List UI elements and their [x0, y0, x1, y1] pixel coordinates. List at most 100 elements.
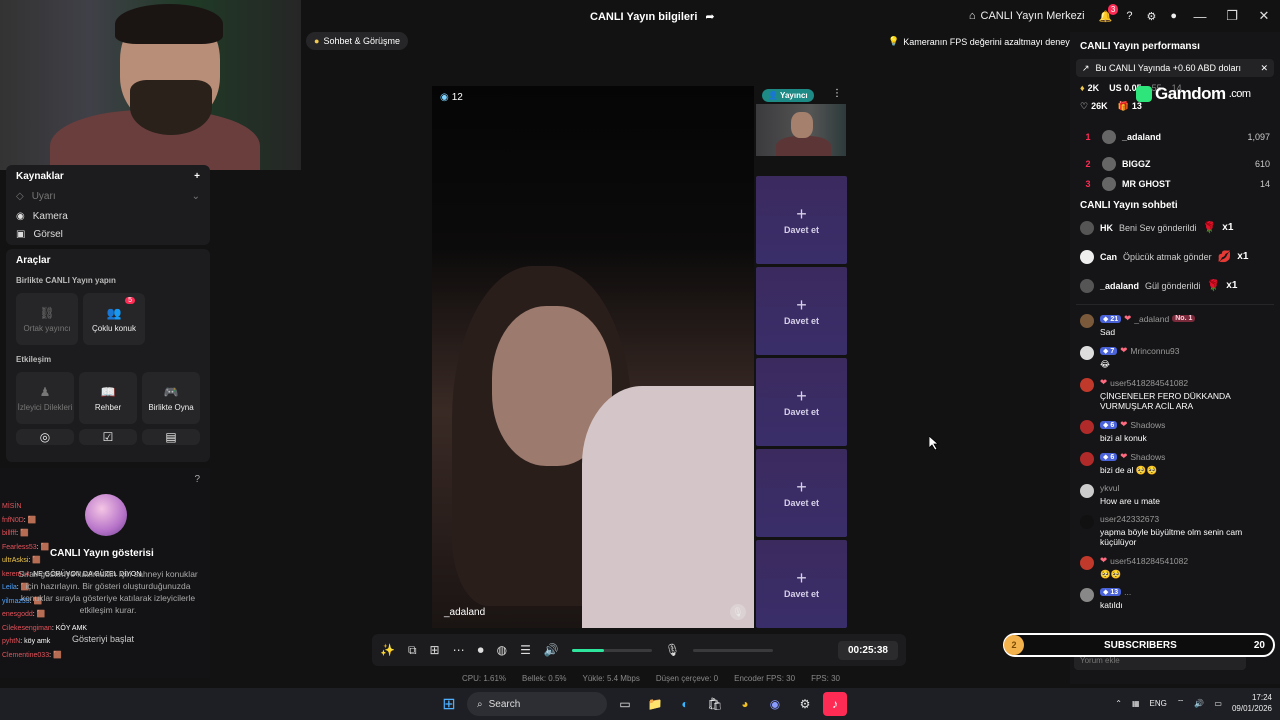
- chat-message[interactable]: user242332673 yapma böyle büyültme olm se…: [1080, 510, 1270, 551]
- language-indicator[interactable]: ENG: [1150, 699, 1167, 708]
- task-view-icon[interactable]: ▭: [613, 692, 637, 716]
- volume-icon[interactable]: 🔊: [1194, 699, 1204, 708]
- speaker-icon[interactable]: 🔊: [544, 643, 559, 657]
- alert-icon: ◇: [16, 191, 24, 202]
- source-item-alert[interactable]: ◇ Uyarı ⌄: [16, 191, 200, 202]
- chat-username[interactable]: Mrinconnu93: [1130, 346, 1179, 356]
- chat-username[interactable]: Shadows: [1130, 420, 1165, 430]
- overlay-chat-user: billfff: [2, 530, 17, 537]
- tray-app-icon[interactable]: ▦: [1132, 699, 1140, 708]
- help-button[interactable]: ?: [1119, 0, 1139, 32]
- chrome-icon[interactable]: ◕: [733, 692, 757, 716]
- guide-tile[interactable]: 📖 Rehber: [79, 372, 137, 424]
- chat-messages: ◆ 21 ❤ _adaland No. 1 Sad ◆ 7 ❤ Mrinconnu93 😂 ❤ us…: [1070, 309, 1280, 609]
- invite-slot[interactable]: + Davet et: [756, 267, 847, 355]
- store-icon[interactable]: 🛍: [703, 692, 727, 716]
- chevron-up-icon[interactable]: ⌃: [1115, 699, 1122, 708]
- tiktok-live-icon[interactable]: ♪: [823, 692, 847, 716]
- share-icon[interactable]: ➦: [705, 10, 714, 23]
- start-show-button[interactable]: Gösteriyi başlat: [72, 634, 134, 644]
- close-button[interactable]: ✕: [1248, 0, 1280, 32]
- chat-username[interactable]: ...: [1124, 587, 1131, 597]
- chat-call-pill[interactable]: ● Sohbet & Görüşme: [306, 32, 408, 50]
- host-thumbnail[interactable]: [756, 104, 846, 156]
- chat-message[interactable]: ◆ 6 ❤ Shadows bizi de al 🥺🥺: [1080, 447, 1270, 479]
- add-screen-icon[interactable]: ⊞: [430, 643, 440, 657]
- invite-slot[interactable]: + Davet et: [756, 449, 847, 537]
- settings-app-icon[interactable]: ⚙: [793, 692, 817, 716]
- system-tray: ⌃ ▦ ENG ⌔ 🔊 ▭ 17:24 09/01/2026: [1115, 692, 1272, 714]
- diamond-icon: ♦: [1080, 83, 1085, 93]
- chat-message[interactable]: ◆ 13... katıldı: [1080, 583, 1270, 609]
- battery-icon[interactable]: ▭: [1214, 699, 1222, 708]
- notifications-button[interactable]: 🔔 3: [1092, 0, 1120, 32]
- add-source-icon[interactable]: +: [194, 171, 200, 182]
- mic-slider[interactable]: [693, 648, 774, 652]
- chat-message[interactable]: ◆ 6 ❤ Shadows bizi al konuk: [1080, 415, 1270, 447]
- discord-icon[interactable]: ◉: [763, 692, 787, 716]
- magic-wand-icon[interactable]: ✨: [380, 643, 395, 657]
- layout-icon[interactable]: ⧉: [408, 643, 417, 658]
- multi-guest-tile[interactable]: 5 👥 Çoklu konuk: [83, 293, 145, 345]
- overlay-chat-user: ultrAsksi: [2, 557, 29, 564]
- invite-slot[interactable]: + Davet et: [756, 540, 847, 628]
- chat-username[interactable]: user5418284541082: [1110, 378, 1188, 388]
- microphone-icon[interactable]: 🎙: [665, 643, 680, 657]
- wish-icon: ♟: [39, 384, 51, 399]
- cohost-label: Ortak yayıncı: [23, 323, 71, 333]
- chat-username[interactable]: user242332673: [1100, 514, 1159, 524]
- settings-button[interactable]: ⚙: [1139, 0, 1163, 32]
- live-center-button[interactable]: ⌂ CANLI Yayın Merkezi: [962, 0, 1092, 32]
- file-explorer-icon[interactable]: 📁: [643, 692, 667, 716]
- chat-username[interactable]: ykvul: [1100, 483, 1119, 493]
- invite-slot[interactable]: + Davet et: [756, 176, 847, 264]
- chat-message[interactable]: ❤ user5418284541082 🥺🥺: [1080, 551, 1270, 583]
- source-item-camera[interactable]: ◉ Kamera: [16, 211, 200, 222]
- live-center-label: CANLI Yayın Merkezi: [980, 10, 1085, 22]
- more-horizontal-icon[interactable]: ⋯: [453, 643, 465, 657]
- viewer-count-value: 12: [451, 92, 463, 103]
- chat-message[interactable]: ❤ user5418284541082 ÇİNGENELER FERO DÜKKAN…: [1080, 373, 1270, 415]
- together-label: Birlikte CANLI Yayın yapın: [16, 276, 116, 285]
- main-video[interactable]: ◉ 12 _adaland 🎙: [432, 86, 754, 628]
- chat-message[interactable]: ykvul How are u mate: [1080, 479, 1270, 510]
- more-vertical-icon[interactable]: ⋮: [832, 88, 842, 99]
- chat-username[interactable]: _adaland: [1134, 314, 1169, 324]
- chat-message[interactable]: ◆ 7 ❤ Mrinconnu93 😂: [1080, 341, 1270, 373]
- help-circle-icon[interactable]: ?: [194, 474, 200, 485]
- box-tile[interactable]: ▤: [142, 429, 200, 445]
- rank-row[interactable]: 1 _adaland 1,097: [1080, 124, 1270, 151]
- profile-avatar[interactable]: ●: [1163, 0, 1184, 32]
- record-icon[interactable]: ⏺: [478, 643, 484, 658]
- chat-username[interactable]: user5418284541082: [1110, 556, 1188, 566]
- avatar: [1080, 556, 1094, 570]
- volume-slider[interactable]: [571, 648, 652, 652]
- sliders-icon[interactable]: ☰: [520, 643, 531, 657]
- close-icon[interactable]: ✕: [1260, 63, 1268, 74]
- checklist-tile[interactable]: ☑: [79, 429, 137, 445]
- viewer-wishes-tile[interactable]: ♟ İzleyici Dilekleri: [16, 372, 74, 424]
- webcam-overlay: [0, 0, 301, 170]
- edge-icon[interactable]: ◐: [673, 692, 697, 716]
- wifi-icon[interactable]: ⌔: [1177, 698, 1185, 708]
- chat-message[interactable]: ◆ 21 ❤ _adaland No. 1 Sad: [1080, 309, 1270, 341]
- mic-mute-icon[interactable]: 🎙: [730, 604, 746, 620]
- chat-username[interactable]: Shadows: [1130, 452, 1165, 462]
- play-together-tile[interactable]: 🎮 Birlikte Oyna: [142, 372, 200, 424]
- target-tile[interactable]: ◎: [16, 429, 74, 445]
- invite-slot[interactable]: + Davet et: [756, 358, 847, 446]
- cohost-tile[interactable]: ⛓ Ortak yayıncı: [16, 293, 78, 345]
- live-info-title[interactable]: CANLI Yayın bilgileri ➦: [590, 10, 715, 24]
- maximize-button[interactable]: ❐: [1216, 0, 1248, 32]
- subscribers-count: 20: [1253, 639, 1265, 651]
- minimize-button[interactable]: —: [1184, 0, 1216, 32]
- taskbar-search[interactable]: ⌕ Search: [467, 692, 607, 716]
- rank-row[interactable]: 3 MR GHOST 14: [1080, 177, 1270, 191]
- clock[interactable]: 17:24 09/01/2026: [1232, 692, 1272, 714]
- effects-icon[interactable]: ◍: [497, 643, 507, 657]
- gift-user: _adaland: [1100, 280, 1140, 291]
- source-item-image[interactable]: ▣ Görsel: [16, 230, 200, 238]
- host-tag: 👤 Yayıncı: [762, 89, 814, 102]
- windows-start-icon[interactable]: ⊞: [437, 692, 461, 716]
- rank-row[interactable]: 2 BIGGZ 610: [1080, 151, 1270, 178]
